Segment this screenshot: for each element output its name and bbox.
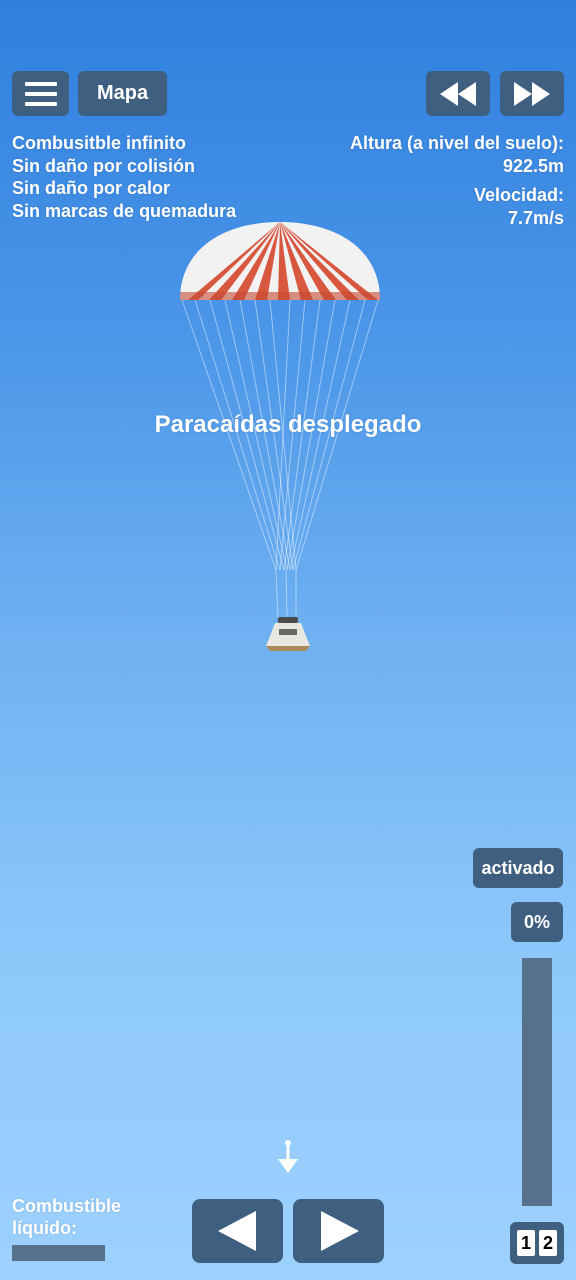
throttle-readout: 0%	[511, 902, 563, 942]
capsule-icon	[266, 617, 310, 651]
parachute-lines	[181, 299, 379, 619]
activated-button[interactable]: activado	[473, 848, 563, 888]
right-arrow-icon	[320, 1211, 359, 1251]
parachute-scene	[180, 222, 380, 651]
stage-2[interactable]: 2	[539, 1230, 557, 1256]
throttle-slider[interactable]	[522, 958, 552, 1206]
rotate-left-button[interactable]	[192, 1199, 283, 1263]
fuel-bar-fill	[12, 1245, 105, 1261]
stage-1[interactable]: 1	[517, 1230, 535, 1256]
fuel-bar	[12, 1245, 105, 1261]
down-arrow-icon	[278, 1140, 298, 1173]
activated-label: activado	[481, 857, 555, 878]
rotate-right-button[interactable]	[293, 1199, 384, 1263]
left-arrow-icon	[217, 1211, 256, 1251]
status-message: Paracaídas desplegado	[154, 411, 422, 438]
stage-selector[interactable]: 1 2	[510, 1222, 564, 1264]
fuel-label: Combustible líquido:	[12, 1196, 122, 1238]
parachute-canopy	[180, 222, 380, 300]
throttle-label: 0%	[523, 911, 550, 932]
